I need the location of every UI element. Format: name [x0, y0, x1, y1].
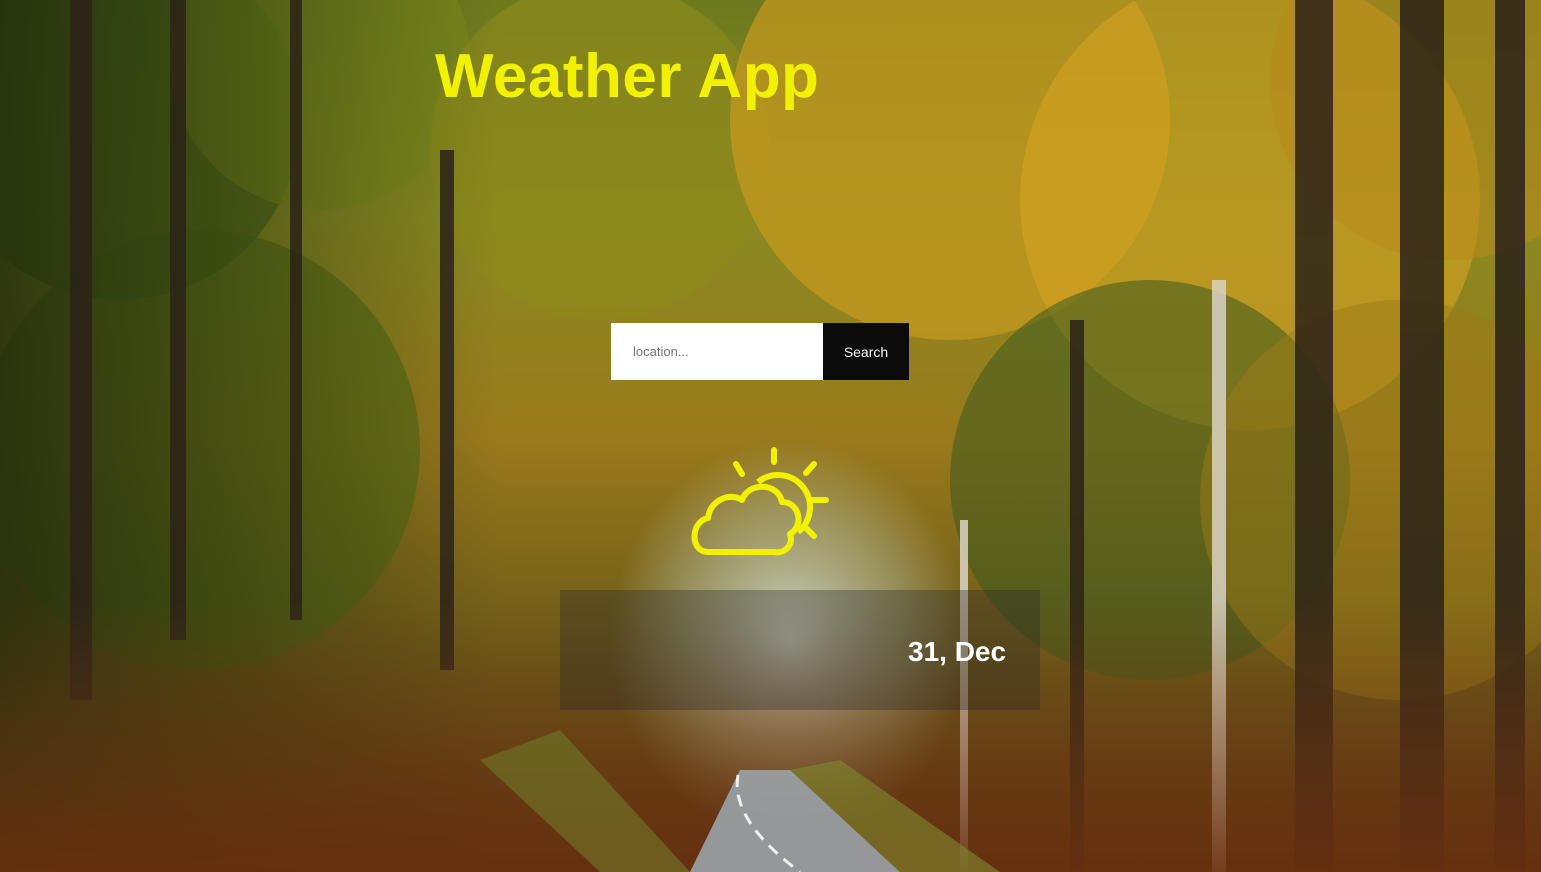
location-search-input[interactable]: [611, 323, 823, 380]
partly-cloudy-icon: [686, 442, 836, 560]
search-button[interactable]: Search: [823, 323, 909, 380]
date-label: 31, Dec: [908, 636, 1007, 667]
app-title: Weather App: [435, 42, 820, 111]
background-photo: [0, 0, 1541, 872]
search-bar: Search: [611, 323, 909, 380]
